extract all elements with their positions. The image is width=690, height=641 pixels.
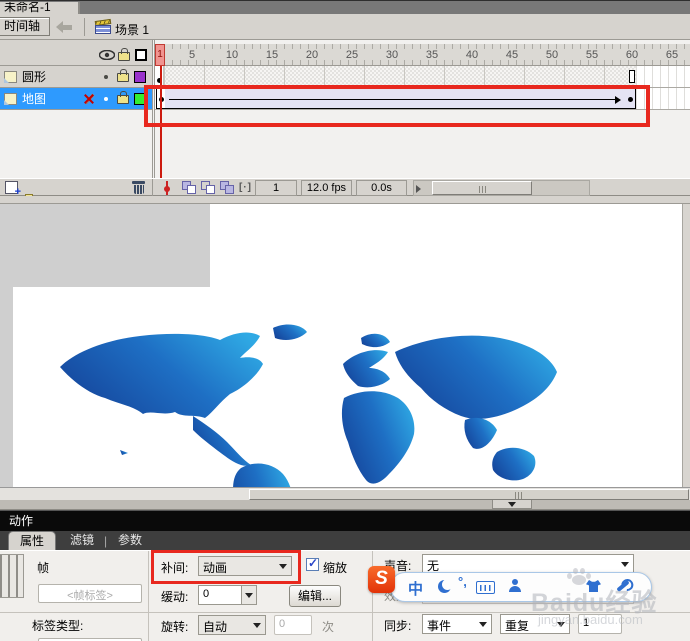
playhead-marker[interactable]: 1 (155, 44, 165, 66)
frame-label-input[interactable]: <帧标签> (38, 584, 142, 603)
frame-ruler[interactable]: 5 10 15 20 25 30 35 40 45 50 55 60 65 (155, 44, 690, 66)
edit-easing-button[interactable]: 编辑... (289, 585, 341, 607)
static-frame-span (164, 66, 636, 87)
chinese-mode-icon[interactable]: 中 (408, 578, 423, 599)
layer-row-map[interactable]: 地图 (0, 88, 152, 110)
panel-tab-bar: 属性 滤镜 | 参数 (0, 531, 690, 550)
ruler-number: 10 (225, 49, 239, 61)
ruler-number: 15 (265, 49, 279, 61)
edit-multiple-frames-icon[interactable] (220, 181, 236, 195)
lock-column-icon[interactable] (118, 48, 130, 61)
rotate-label: 旋转: (161, 620, 189, 634)
ruler-number: 25 (345, 49, 359, 61)
panel-collapse-button[interactable] (492, 500, 532, 509)
ruler-number: 5 (188, 49, 196, 61)
world-map-image[interactable] (45, 302, 565, 487)
pencil-locked-icon (82, 92, 96, 106)
layer-name: 圆形 (22, 70, 47, 84)
flash-application-window: 未命名-1 时间轴 场景 1 圆形 地图 5 10 15 20 25 30 35… (0, 0, 690, 641)
insert-layer-icon[interactable] (5, 181, 21, 198)
timeline-hscrollbar[interactable] (413, 180, 590, 196)
punctuation-icon[interactable]: °, (458, 574, 467, 589)
pasteboard-left (0, 287, 13, 487)
stage[interactable] (0, 204, 690, 487)
ruler-number: 55 (585, 49, 599, 61)
visibility-dot[interactable] (104, 97, 108, 101)
back-arrow-icon[interactable] (56, 21, 72, 33)
delete-layer-icon[interactable] (132, 181, 145, 194)
frame-section-label: 帧 (37, 561, 50, 575)
onion-skin-outlines-icon[interactable] (201, 181, 217, 195)
stage-hscrollbar-thumb[interactable] (249, 489, 689, 500)
ruler-number: 20 (305, 49, 319, 61)
scroll-left-arrow[interactable] (416, 185, 421, 193)
layer-lock-icon[interactable] (117, 91, 129, 104)
edit-bar-strip (0, 196, 690, 204)
ruler-number: 65 (665, 49, 679, 61)
sync-label: 同步: (384, 619, 412, 633)
scale-checkbox[interactable] (306, 556, 319, 571)
layer-page-icon (4, 92, 17, 105)
layer-page-icon (4, 70, 17, 83)
scale-label: 缩放 (323, 561, 348, 575)
scene-toolbar: 时间轴 场景 1 (0, 14, 690, 40)
tab-parameters[interactable]: 参数 (110, 531, 150, 550)
center-frame-icon[interactable] (160, 181, 173, 195)
sogou-logo-icon[interactable]: S (368, 566, 395, 593)
current-frame-indicator: 1 (255, 180, 297, 196)
label-type-label: 标签类型: (32, 619, 84, 633)
tween-span-highlight-annotation (144, 85, 650, 127)
panel-collapse-strip (0, 500, 690, 510)
layer-outline-color[interactable] (134, 71, 146, 83)
sync-dropdown[interactable]: 事件 (422, 614, 492, 634)
voice-input-icon[interactable] (508, 579, 522, 593)
rotate-count-input[interactable]: 0 (274, 615, 312, 635)
frame-thumbnail-icon (0, 554, 24, 598)
frame-rate-indicator[interactable]: 12.0 fps (301, 180, 352, 196)
fullwidth-moon-icon[interactable] (438, 579, 453, 593)
actions-panel-header[interactable]: 动作 (0, 510, 690, 531)
timeline-panel: 圆形 地图 5 10 15 20 25 30 35 40 45 50 55 60 65 1 (0, 40, 690, 178)
tab-properties[interactable]: 属性 (8, 531, 56, 550)
scene-clapper-icon (94, 18, 112, 34)
eye-icon[interactable] (99, 50, 115, 60)
ruler-number: 45 (505, 49, 519, 61)
timeline-controls-bar: [·] 1 12.0 fps 0.0s (0, 178, 690, 211)
elapsed-time-indicator: 0.0s (356, 180, 407, 196)
ease-label: 缓动: (161, 590, 189, 604)
watermark-url: jingyan.baidu.com (538, 612, 643, 627)
sound-dropdown[interactable]: 无 (422, 554, 634, 574)
tab-filters[interactable]: 滤镜 (62, 531, 102, 550)
layer-lock-icon[interactable] (117, 69, 129, 82)
onion-skin-icon[interactable] (182, 181, 198, 195)
rotate-dropdown[interactable]: 自动 (198, 615, 266, 635)
ruler-number: 60 (625, 49, 639, 61)
frame-span-end-marker (629, 70, 635, 83)
modify-onion-markers-icon[interactable]: [·] (239, 182, 252, 193)
stage-vscrollbar[interactable] (682, 204, 690, 487)
ease-input[interactable]: 0 (198, 585, 242, 605)
ruler-number: 40 (465, 49, 479, 61)
timeline-panel-button[interactable]: 时间轴 (0, 17, 50, 36)
rotate-times-label: 次 (322, 620, 335, 634)
ruler-number: 35 (425, 49, 439, 61)
outline-column-icon[interactable] (135, 49, 147, 61)
timeline-hscrollbar-thumb[interactable] (432, 181, 532, 195)
soft-keyboard-icon[interactable] (476, 581, 495, 594)
document-tab-bar: 未命名-1 (0, 0, 690, 15)
layer-row-circle[interactable]: 圆形 (0, 66, 152, 88)
layer-name: 地图 (22, 92, 47, 106)
stage-hscrollbar[interactable] (0, 487, 690, 500)
ruler-number: 50 (545, 49, 559, 61)
ease-spinner-button[interactable] (241, 585, 257, 605)
tween-dropdown-highlight-annotation (151, 550, 301, 584)
pasteboard (0, 204, 210, 287)
scene-label: 场景 1 (115, 23, 150, 37)
layers-header (0, 44, 152, 66)
toolbar-divider (84, 18, 85, 36)
ruler-number: 30 (385, 49, 399, 61)
visibility-dot[interactable] (104, 75, 108, 79)
